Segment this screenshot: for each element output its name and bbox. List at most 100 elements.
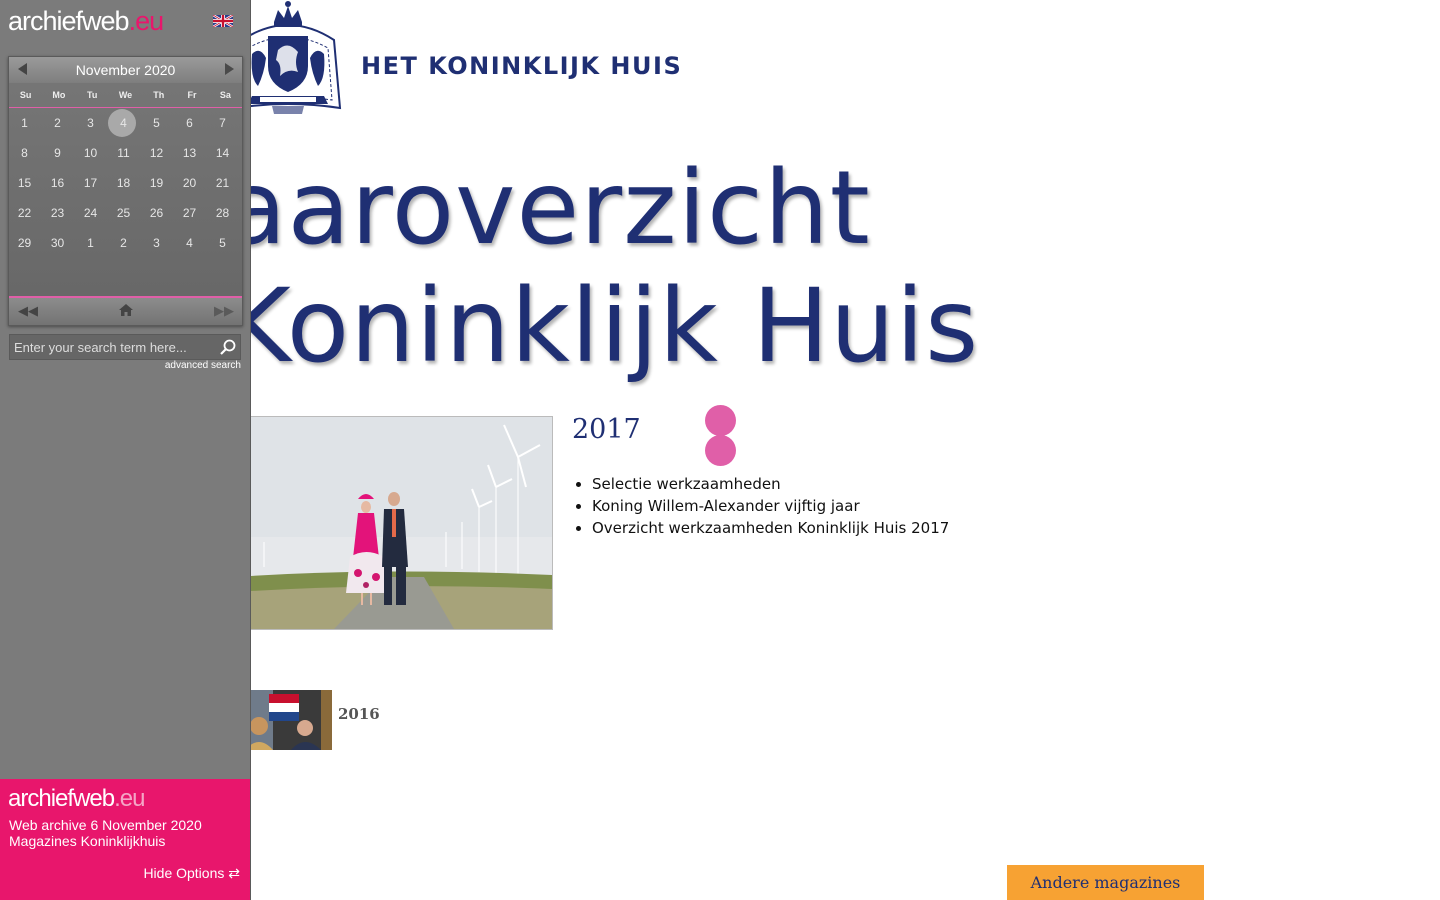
pink-dot-decoration: [705, 435, 736, 466]
calendar-day-number: 3: [87, 116, 94, 130]
calendar-day[interactable]: 30: [41, 228, 74, 258]
calendar-day[interactable]: 29: [8, 228, 41, 258]
archive-date: Web archive 6 November 2020: [9, 817, 202, 833]
calendar-day[interactable]: 27: [173, 198, 206, 228]
calendar-day[interactable]: 2: [41, 108, 74, 138]
calendar-day-number: 2: [54, 116, 61, 130]
calendar-day[interactable]: 24: [74, 198, 107, 228]
calendar-day-number: 24: [83, 206, 98, 220]
calendar-day-number: 26: [149, 206, 164, 220]
year-2016-link[interactable]: 2016: [338, 705, 380, 723]
calendar-header: November 2020: [9, 57, 242, 83]
fast-forward-icon[interactable]: ▶▶: [214, 303, 234, 319]
calendar-day[interactable]: 11: [107, 138, 140, 168]
list-item[interactable]: Koning Willem-Alexander vijftig jaar: [592, 495, 949, 517]
search-box: [9, 334, 241, 360]
calendar-day-number: 19: [149, 176, 164, 190]
calendar-day-number: 14: [215, 146, 230, 160]
calendar-day-number: 22: [17, 206, 32, 220]
calendar-day[interactable]: 16: [41, 168, 74, 198]
page-heading: aaroverzicht Koninklijk Huis: [224, 150, 979, 386]
calendar-day[interactable]: 9: [41, 138, 74, 168]
calendar-day[interactable]: 23: [41, 198, 74, 228]
weekday-label: Sa: [219, 90, 231, 100]
calendar-day[interactable]: 18: [107, 168, 140, 198]
hide-options-button[interactable]: Hide Options ⇄: [143, 865, 240, 882]
home-icon[interactable]: [119, 304, 133, 316]
logo-tld: .eu: [114, 785, 145, 812]
calendar-day[interactable]: 15: [8, 168, 41, 198]
calendar-day-number: 29: [17, 236, 32, 250]
calendar-day[interactable]: 4: [173, 228, 206, 258]
logo-tld: .eu: [128, 6, 165, 36]
calendar-day[interactable]: 2: [107, 228, 140, 258]
calendar-day[interactable]: 13: [173, 138, 206, 168]
calendar-day[interactable]: 17: [74, 168, 107, 198]
archive-sidebar: archiefweb.eu November 2020 Su Mo Tu We …: [0, 0, 251, 900]
featured-year-link[interactable]: 2017: [572, 414, 641, 445]
calendar-day[interactable]: 3: [74, 108, 107, 138]
calendar-day[interactable]: 19: [140, 168, 173, 198]
calendar-day[interactable]: 21: [206, 168, 239, 198]
other-magazines-button[interactable]: Andere magazines: [1007, 865, 1204, 900]
calendar-day-number: 30: [50, 236, 65, 250]
calendar-day-number: 11: [117, 146, 130, 160]
uk-flag-icon[interactable]: [213, 15, 233, 27]
calendar-day-number: 4: [186, 236, 193, 250]
calendar-day-number: 4: [120, 116, 127, 130]
calendar-day-selected[interactable]: 4: [107, 108, 140, 138]
heading-line-1: aaroverzicht: [224, 149, 871, 268]
list-item[interactable]: Overzicht werkzaamheden Koninklijk Huis …: [592, 517, 949, 539]
calendar-day[interactable]: 5: [140, 108, 173, 138]
calendar-day[interactable]: 8: [8, 138, 41, 168]
weekday-label: Th: [153, 90, 165, 100]
calendar-day-number: 6: [186, 116, 193, 130]
weekday-label: Fr: [187, 90, 197, 100]
calendar-day-number: 13: [182, 146, 197, 160]
calendar-day[interactable]: 1: [74, 228, 107, 258]
site-title[interactable]: HET KONINKLIJK HUIS: [361, 52, 682, 80]
calendar-day-number: 3: [153, 236, 160, 250]
calendar: November 2020 Su Mo Tu We Th Fr Sa 12345…: [8, 56, 243, 326]
calendar-day[interactable]: 14: [206, 138, 239, 168]
calendar-day[interactable]: 26: [140, 198, 173, 228]
calendar-footer: ◀◀ ▶▶: [9, 296, 242, 325]
calendar-day-number: 23: [50, 206, 65, 220]
calendar-day-number: 7: [219, 116, 226, 130]
featured-magazine-photo[interactable]: [233, 416, 553, 630]
next-month-icon[interactable]: [225, 63, 234, 75]
calendar-day-number: 8: [21, 146, 28, 160]
advanced-search-link[interactable]: advanced search: [165, 360, 241, 371]
calendar-day[interactable]: 10: [74, 138, 107, 168]
calendar-day[interactable]: 25: [107, 198, 140, 228]
archive-collection: Magazines Koninklijkhuis: [9, 833, 166, 849]
calendar-day[interactable]: 28: [206, 198, 239, 228]
rewind-icon[interactable]: ◀◀: [18, 303, 38, 319]
list-item[interactable]: Selectie werkzaamheden: [592, 473, 949, 495]
archiefweb-logo[interactable]: archiefweb.eu: [8, 6, 165, 37]
search-input[interactable]: [10, 335, 223, 359]
calendar-day-number: 16: [50, 176, 65, 190]
calendar-days: 1 2 3 4 5 6 7 8 9 10 11 12 13 14 15 16 17 18 19 20 21 22 23 24 2…: [8, 108, 242, 258]
calendar-day[interactable]: 5: [206, 228, 239, 258]
calendar-day-number: 27: [182, 206, 197, 220]
archiefweb-logo-footer[interactable]: archiefweb.eu: [8, 785, 145, 813]
search-icon[interactable]: [219, 338, 237, 356]
calendar-day-number: 25: [116, 206, 131, 220]
calendar-month: November 2020: [75, 62, 176, 78]
calendar-day[interactable]: 7: [206, 108, 239, 138]
calendar-day-number: 5: [153, 116, 160, 130]
weekday-label: Su: [19, 90, 32, 100]
calendar-day[interactable]: 12: [140, 138, 173, 168]
calendar-day-number: 2: [120, 236, 127, 250]
calendar-day-number: 15: [17, 176, 32, 190]
calendar-day[interactable]: 20: [173, 168, 206, 198]
calendar-day[interactable]: 1: [8, 108, 41, 138]
calendar-day-number: 9: [54, 146, 61, 160]
calendar-day-number: 20: [182, 176, 197, 190]
calendar-day[interactable]: 22: [8, 198, 41, 228]
calendar-day[interactable]: 6: [173, 108, 206, 138]
weekday-row: Su Mo Tu We Th Fr Sa: [9, 83, 242, 108]
weekday-label: Tu: [87, 90, 98, 100]
calendar-day[interactable]: 3: [140, 228, 173, 258]
